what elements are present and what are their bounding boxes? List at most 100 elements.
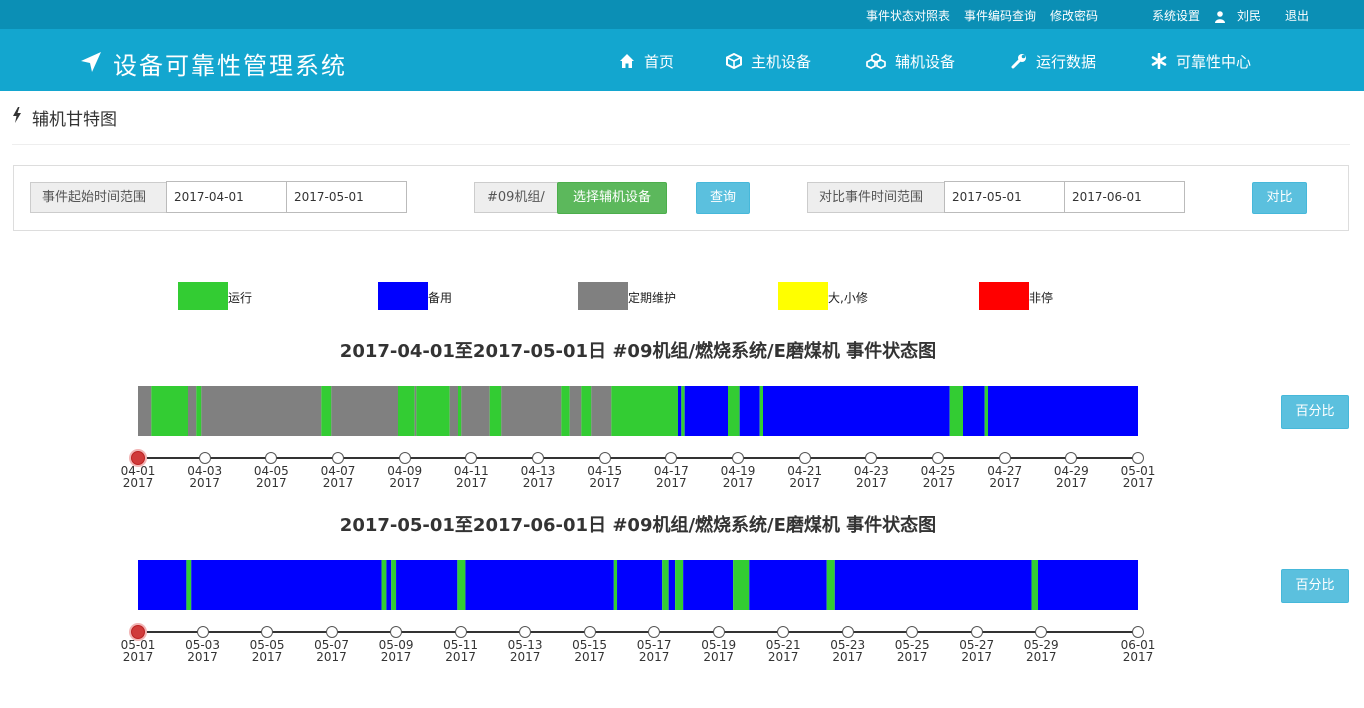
gantt-segment-23[interactable] [728, 386, 740, 436]
gantt-segment-18[interactable] [591, 386, 612, 436]
timeline-node-05-21[interactable] [777, 626, 790, 638]
percentage-button-1[interactable]: 百分比 [1281, 395, 1349, 429]
gantt-segment-6[interactable] [331, 386, 398, 436]
compare-button[interactable]: 对比 [1252, 182, 1307, 214]
gantt-segment-20[interactable] [678, 386, 682, 436]
timeline-node-04-15[interactable] [598, 452, 611, 464]
gantt-segment-30[interactable] [988, 386, 1138, 436]
timeline-node-04-21[interactable] [798, 452, 811, 464]
gantt-segment-4[interactable] [201, 386, 322, 436]
gantt-segment-10[interactable] [617, 560, 663, 610]
gantt-segment-3[interactable] [196, 386, 202, 436]
gantt-segment-12[interactable] [461, 386, 490, 436]
gantt-segment-18[interactable] [834, 560, 1032, 610]
gantt-segment-5[interactable] [391, 560, 397, 610]
gantt-segment-10[interactable] [449, 386, 458, 436]
timeline-node-05-01[interactable] [131, 625, 145, 639]
timeline-node-04-05[interactable] [265, 452, 278, 464]
gantt-segment-15[interactable] [561, 386, 570, 436]
event-code-query-link[interactable]: 事件编码查询 [964, 7, 1036, 24]
event-state-table-link[interactable]: 事件状态对照表 [866, 7, 950, 24]
gantt-segment-2[interactable] [188, 386, 197, 436]
gantt-segment-1[interactable] [186, 560, 192, 610]
gantt-segment-13[interactable] [675, 560, 684, 610]
gantt-segment-12[interactable] [668, 560, 676, 610]
gantt-segment-8[interactable] [465, 560, 614, 610]
timeline-node-05-03[interactable] [196, 626, 209, 638]
gantt-segment-26[interactable] [763, 386, 950, 436]
timeline-node-05-05[interactable] [261, 626, 274, 638]
nav-home[interactable]: 首页 [619, 51, 674, 71]
timeline-node-05-15[interactable] [583, 626, 596, 638]
timeline-node-06-01[interactable] [1132, 626, 1144, 638]
gantt-segment-29[interactable] [984, 386, 988, 436]
gantt-segment-14[interactable] [683, 560, 734, 610]
gantt-segment-16[interactable] [749, 560, 827, 610]
gantt-segment-6[interactable] [396, 560, 458, 610]
nav-reliability-center[interactable]: 可靠性中心 [1151, 51, 1251, 71]
compare-end-input[interactable] [1064, 181, 1185, 213]
gantt-segment-3[interactable] [381, 560, 387, 610]
gantt-segment-15[interactable] [733, 560, 750, 610]
gantt-segment-7[interactable] [398, 386, 415, 436]
logout-link[interactable]: 退出 [1285, 7, 1309, 24]
timeline-node-05-19[interactable] [712, 626, 725, 638]
gantt-segment-8[interactable] [414, 386, 417, 436]
compare-start-input[interactable] [944, 181, 1065, 213]
end-date-input[interactable] [286, 181, 407, 213]
start-date-input[interactable] [166, 181, 287, 213]
gantt-segment-7[interactable] [457, 560, 466, 610]
timeline-node-04-25[interactable] [932, 452, 944, 464]
timeline-node-04-23[interactable] [865, 452, 878, 464]
gantt-segment-19[interactable] [611, 386, 678, 436]
nav-host-equipment[interactable]: 主机设备 [726, 51, 811, 71]
timeline-node-04-13[interactable] [532, 452, 544, 464]
timeline-node-05-27[interactable] [970, 626, 983, 638]
timeline-node-05-11[interactable] [454, 626, 467, 638]
gantt-segment-14[interactable] [501, 386, 562, 436]
query-button[interactable]: 查询 [696, 182, 750, 214]
timeline-node-05-07[interactable] [325, 626, 338, 638]
timeline-node-04-01[interactable] [131, 451, 145, 465]
timeline-node-05-17[interactable] [648, 626, 661, 638]
gantt-segment-11[interactable] [662, 560, 669, 610]
timeline-node-05-29[interactable] [1035, 626, 1048, 638]
gantt-segment-24[interactable] [739, 386, 760, 436]
timeline-node-05-23[interactable] [841, 626, 854, 638]
gantt-segment-22[interactable] [684, 386, 728, 436]
percentage-button-2[interactable]: 百分比 [1281, 569, 1349, 603]
gantt-segment-0[interactable] [138, 560, 187, 610]
gantt-segment-17[interactable] [581, 386, 592, 436]
gantt-segment-0[interactable] [138, 386, 152, 436]
gantt-segment-13[interactable] [489, 386, 502, 436]
gantt-segment-25[interactable] [759, 386, 763, 436]
user-name-link[interactable]: 刘民 [1237, 7, 1261, 24]
timeline-node-05-09[interactable] [390, 626, 403, 638]
gantt-segment-16[interactable] [569, 386, 582, 436]
timeline-node-04-19[interactable] [732, 452, 744, 464]
timeline-node-05-01[interactable] [1132, 452, 1144, 464]
brand-title[interactable]: 设备可靠性管理系统 [113, 46, 347, 81]
gantt-segment-5[interactable] [321, 386, 332, 436]
timeline-node-04-07[interactable] [332, 452, 344, 464]
gantt-segment-21[interactable] [681, 386, 685, 436]
gantt-segment-11[interactable] [458, 386, 462, 436]
gantt-segment-2[interactable] [191, 560, 382, 610]
gantt-segment-20[interactable] [1038, 560, 1138, 610]
system-settings-link[interactable]: 系统设置 [1152, 7, 1200, 24]
gantt-segment-9[interactable] [613, 560, 618, 610]
timeline-node-04-29[interactable] [1065, 452, 1078, 464]
select-device-button[interactable]: 选择辅机设备 [557, 182, 667, 214]
timeline-node-05-13[interactable] [519, 626, 532, 638]
gantt-segment-17[interactable] [826, 560, 835, 610]
gantt-segment-9[interactable] [416, 386, 450, 436]
gantt-segment-28[interactable] [963, 386, 985, 436]
timeline-node-05-25[interactable] [906, 626, 919, 638]
change-password-link[interactable]: 修改密码 [1050, 7, 1098, 24]
nav-operation-data[interactable]: 运行数据 [1011, 51, 1096, 71]
timeline-node-04-03[interactable] [198, 452, 211, 464]
gantt-segment-27[interactable] [949, 386, 963, 436]
gantt-segment-1[interactable] [151, 386, 188, 436]
gantt-segment-4[interactable] [386, 560, 392, 610]
timeline-node-04-17[interactable] [665, 452, 678, 464]
